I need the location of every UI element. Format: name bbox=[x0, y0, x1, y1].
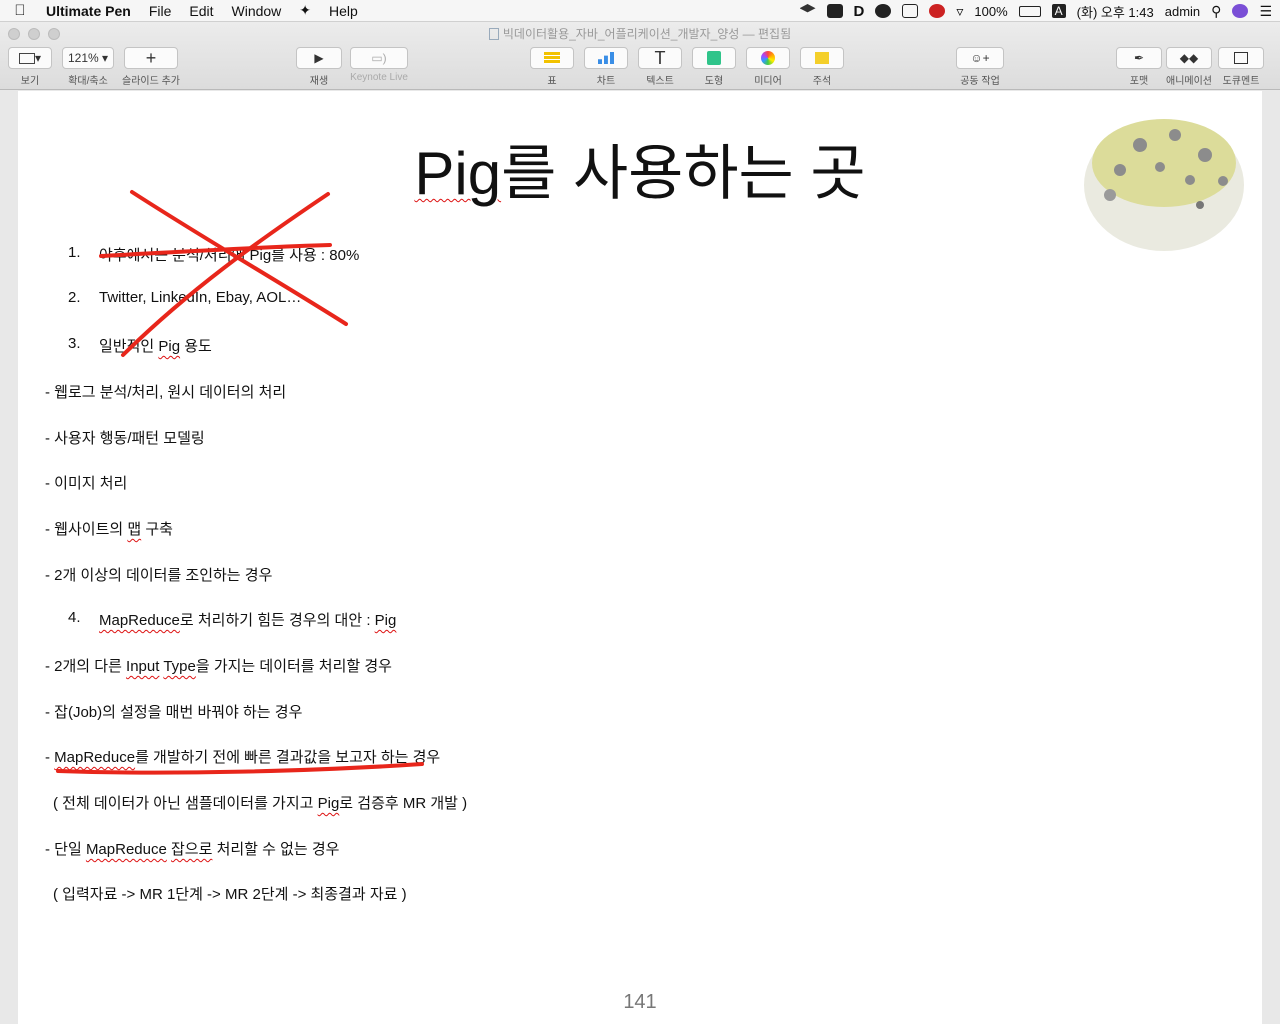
bullet-job-settings[interactable]: - 잡(Job)의 설정을 매번 바꿔야 하는 경우 bbox=[45, 701, 302, 722]
bullet-join[interactable]: - 2개 이상의 데이터를 조인하는 경우 bbox=[45, 564, 272, 585]
list-item-4[interactable]: MapReduce로 처리하기 힘든 경우의 대안 : Pig bbox=[99, 609, 396, 630]
screen-share-icon[interactable] bbox=[902, 4, 919, 18]
animate-tool[interactable]: ◆◆ 애니메이션 bbox=[1166, 47, 1212, 87]
list-item-2[interactable]: Twitter, LinkedIn, Ebay, AOL… bbox=[99, 289, 301, 306]
format-label: 포맷 bbox=[1129, 76, 1149, 87]
bullet-single-mapreduce[interactable]: - 단일 MapReduce 잡으로 처리할 수 없는 경우 bbox=[45, 838, 339, 859]
zoom-tool[interactable]: 121% ▾ 확대/축소 bbox=[62, 47, 114, 87]
play-tool[interactable]: ▶ 재생 bbox=[296, 47, 342, 87]
play-icon[interactable]: ▶ bbox=[296, 47, 342, 69]
slide-title[interactable]: Pig를 사용하는 곳 bbox=[18, 125, 1262, 212]
chart-label: 차트 bbox=[596, 76, 616, 87]
list-number-2: 2. bbox=[68, 289, 81, 306]
animate-icon[interactable]: ◆◆ bbox=[1166, 47, 1212, 69]
keynote-live-icon[interactable]: ▭) bbox=[350, 47, 408, 69]
bullet-pipeline[interactable]: ( 입력자료 -> MR 1단계 -> MR 2단계 -> 최종결과 자료 ) bbox=[53, 883, 407, 904]
cross-out-stroke-2 bbox=[121, 192, 330, 357]
comment-icon[interactable] bbox=[800, 47, 844, 69]
add-slide-tool[interactable]: + 슬라이드 추가 bbox=[122, 47, 180, 87]
document-title: 빅데이터활용_자바_어플리케이션_개발자_양성 — 편집됨 bbox=[0, 25, 1280, 42]
document-icon bbox=[488, 28, 499, 40]
sidebar-view-icon[interactable]: ▾ bbox=[8, 47, 52, 69]
bullet-weblog[interactable]: - 웹로그 분석/처리, 원시 데이터의 처리 bbox=[45, 381, 286, 402]
notification-badge-icon[interactable] bbox=[929, 4, 946, 18]
format-brush-icon[interactable]: ✒ bbox=[1116, 47, 1162, 69]
comment-label: 주석 bbox=[812, 76, 832, 87]
app-menu[interactable]: Ultimate Pen bbox=[40, 3, 140, 19]
media-icon[interactable] bbox=[746, 47, 790, 69]
notification-center-icon[interactable]: ☰ bbox=[1259, 3, 1272, 20]
command-icon[interactable] bbox=[826, 4, 843, 18]
apple-menu-icon[interactable]:  bbox=[0, 2, 40, 19]
collaborate-label: 공동 작업 bbox=[960, 76, 1000, 87]
wifi-icon[interactable]: ▿ bbox=[956, 3, 963, 20]
table-tool[interactable]: 표 bbox=[530, 47, 574, 87]
comment-tool[interactable]: 주석 bbox=[800, 47, 844, 87]
view-tool[interactable]: ▾ 보기 bbox=[8, 47, 52, 87]
document-tool[interactable]: 도큐멘트 bbox=[1218, 47, 1264, 87]
document-panel-icon[interactable] bbox=[1218, 47, 1264, 69]
collaborate-icon[interactable]: ☺+ bbox=[956, 47, 1004, 69]
menu-bar:  Ultimate Pen File Edit Window ✦ Help D… bbox=[0, 0, 1280, 22]
play-label: 재생 bbox=[309, 76, 329, 87]
text-label: 텍스트 bbox=[646, 76, 674, 87]
table-label: 표 bbox=[547, 76, 557, 87]
table-icon[interactable] bbox=[530, 47, 574, 69]
keynote-live-label: Keynote Live bbox=[350, 72, 408, 83]
bullet-user-modeling[interactable]: - 사용자 행동/패턴 모델링 bbox=[45, 427, 205, 448]
chart-tool[interactable]: 차트 bbox=[584, 47, 628, 87]
list-number-3: 3. bbox=[68, 335, 81, 352]
view-label: 보기 bbox=[20, 76, 40, 87]
input-method-indicator[interactable]: A bbox=[1051, 4, 1066, 18]
bullet-input-type[interactable]: - 2개의 다른 Input Type을 가지는 데이터를 처리할 경우 bbox=[45, 655, 392, 676]
menu-help[interactable]: Help bbox=[320, 3, 367, 19]
zoom-label: 확대/축소 bbox=[68, 76, 108, 87]
shape-icon[interactable] bbox=[692, 47, 736, 69]
menu-window[interactable]: Window bbox=[223, 3, 291, 19]
list-number-4: 4. bbox=[68, 609, 81, 626]
siri-icon[interactable] bbox=[1232, 4, 1249, 18]
pufferfish-image[interactable] bbox=[1080, 105, 1248, 255]
document-label: 도큐멘트 bbox=[1222, 76, 1260, 87]
slide-canvas[interactable]: Pig를 사용하는 곳 1. 야후에서는 분석/처리에 Pig를 사용 : 80… bbox=[18, 91, 1262, 1024]
animate-label: 애니메이션 bbox=[1166, 76, 1212, 87]
text-tool[interactable]: T 텍스트 bbox=[638, 47, 682, 87]
battery-status[interactable]: 100% bbox=[974, 4, 1007, 19]
battery-icon bbox=[1018, 5, 1041, 17]
list-item-3[interactable]: 일반적인 Pig 용도 bbox=[99, 335, 212, 356]
list-item-1[interactable]: 야후에서는 분석/처리에 Pig를 사용 : 80% bbox=[99, 244, 359, 265]
collaborate-tool[interactable]: ☺+ 공동 작업 bbox=[956, 47, 1004, 87]
text-icon[interactable]: T bbox=[638, 47, 682, 69]
media-label: 미디어 bbox=[754, 76, 782, 87]
bullet-quick-results[interactable]: - MapReduce를 개발하기 전에 빠른 결과값을 보고자 하는 경우 bbox=[45, 746, 440, 767]
window-toolbar: 빅데이터활용_자바_어플리케이션_개발자_양성 — 편집됨 ▾ 보기 121% … bbox=[0, 22, 1280, 90]
list-number-1: 1. bbox=[68, 244, 81, 261]
dropbox-icon[interactable] bbox=[799, 4, 816, 13]
menu-file[interactable]: File bbox=[140, 3, 181, 19]
format-tool[interactable]: ✒ 포맷 bbox=[1116, 47, 1162, 87]
zoom-select[interactable]: 121% ▾ bbox=[62, 47, 114, 69]
add-slide-icon[interactable]: + bbox=[123, 47, 178, 69]
bullet-sample-data[interactable]: ( 전체 데이터가 아닌 샘플데이터를 가지고 Pig로 검증후 MR 개발 ) bbox=[53, 792, 467, 813]
menubar-clock[interactable]: (화) 오후 1:43 bbox=[1077, 2, 1154, 21]
shape-tool[interactable]: 도형 bbox=[692, 47, 736, 87]
d-app-icon[interactable]: D bbox=[854, 3, 865, 20]
search-icon[interactable]: ⚲ bbox=[1211, 3, 1221, 20]
script-menu-icon[interactable]: ✦ bbox=[290, 2, 320, 19]
page-number: 141 bbox=[623, 991, 657, 1013]
add-slide-label: 슬라이드 추가 bbox=[122, 76, 180, 87]
keynote-live-tool[interactable]: ▭) Keynote Live bbox=[350, 47, 408, 83]
menu-edit[interactable]: Edit bbox=[180, 3, 222, 19]
bullet-website-map[interactable]: - 웹사이트의 맵 구축 bbox=[45, 518, 173, 539]
shape-label: 도형 bbox=[704, 76, 724, 87]
menubar-user[interactable]: admin bbox=[1165, 4, 1200, 19]
chart-icon[interactable] bbox=[584, 47, 628, 69]
media-tool[interactable]: 미디어 bbox=[746, 47, 790, 87]
cloud-icon[interactable] bbox=[875, 4, 892, 18]
bullet-image-processing[interactable]: - 이미지 처리 bbox=[45, 472, 127, 493]
